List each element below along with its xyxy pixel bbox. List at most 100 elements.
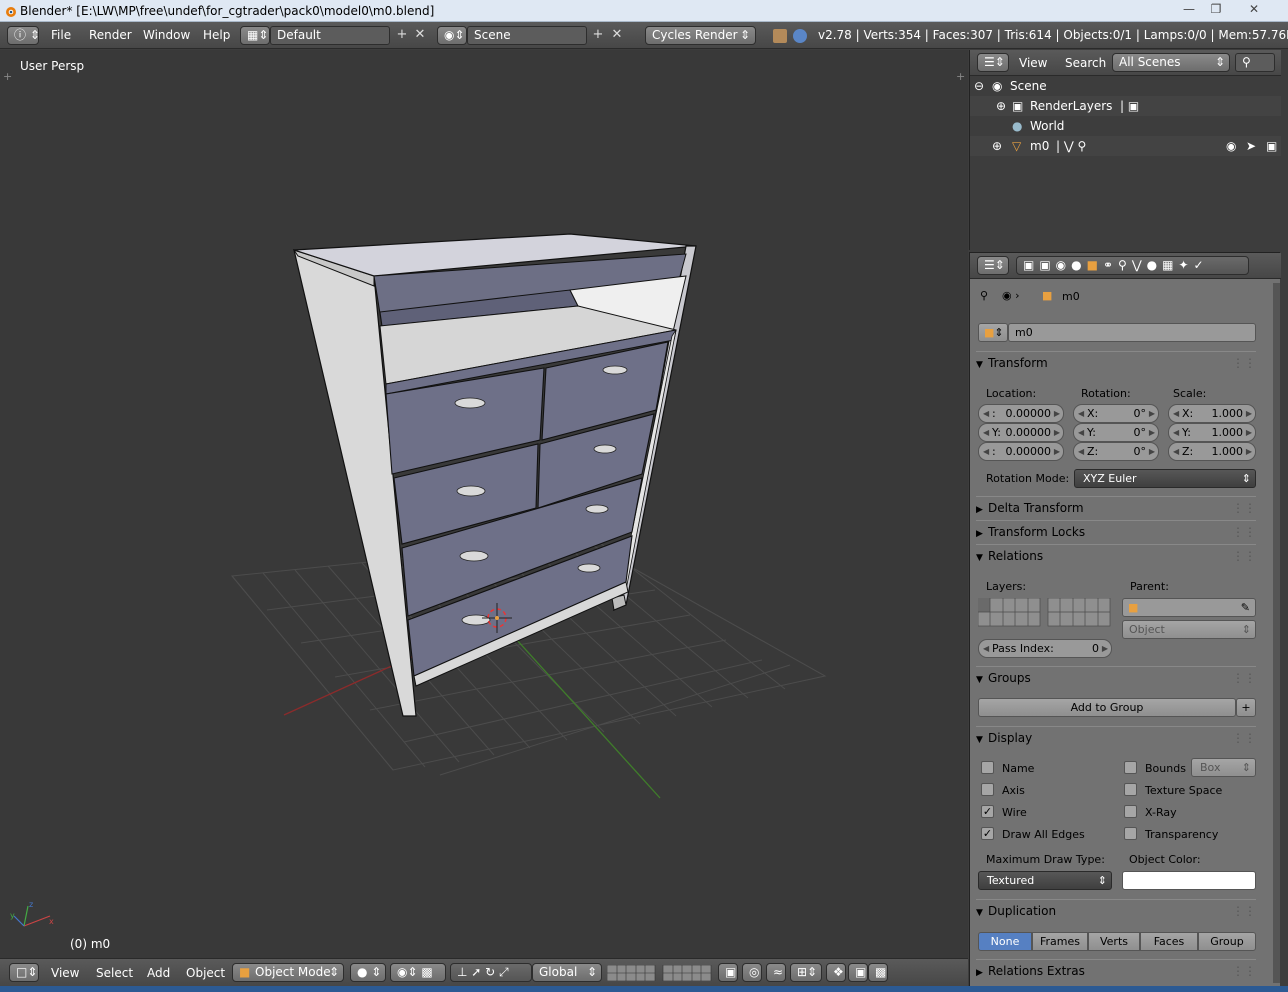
expand-icon[interactable]: ⊕ bbox=[992, 136, 1002, 156]
object-layers-grid[interactable] bbox=[978, 598, 1113, 628]
drag-handle-icon[interactable]: ⋮⋮ bbox=[1232, 960, 1256, 982]
outliner-menu-view[interactable]: View bbox=[1019, 50, 1047, 77]
render-camera-icon[interactable]: ▣ bbox=[848, 963, 868, 982]
location-x-field[interactable]: ◀:0.00000 ▶ bbox=[978, 404, 1064, 423]
outliner-menu-search[interactable]: Search bbox=[1065, 50, 1106, 77]
render-camera-icon[interactable]: ▣ bbox=[1266, 136, 1277, 156]
object-datablock-button[interactable]: ■⇕ bbox=[978, 323, 1008, 342]
outliner-row-world[interactable]: ● World bbox=[970, 116, 1281, 136]
parent-field[interactable]: ■ ✎ bbox=[1122, 598, 1256, 617]
drag-handle-icon[interactable]: ⋮⋮ bbox=[1232, 545, 1256, 567]
close-button[interactable]: ✕ bbox=[1241, 0, 1267, 18]
mode-dropdown[interactable]: ■ Object Mode ⇕ bbox=[232, 963, 344, 982]
expand-icon[interactable]: ⊕ bbox=[996, 96, 1006, 116]
panel-relations-extras-header[interactable]: ▶ Relations Extras ⋮⋮ bbox=[976, 959, 1256, 981]
panel-relations-header[interactable]: ▼ Relations ⋮⋮ bbox=[976, 544, 1256, 566]
add-to-group-button[interactable]: Add to Group bbox=[978, 698, 1236, 717]
scale-z-field[interactable]: ◀ Z: 1.000 ▶ bbox=[1168, 442, 1256, 461]
remove-layout-icon[interactable]: ✕ bbox=[412, 27, 428, 43]
remove-scene-icon[interactable]: ✕ bbox=[609, 27, 625, 43]
selectable-cursor-icon[interactable]: ➤ bbox=[1246, 136, 1256, 156]
add-scene-icon[interactable]: + bbox=[590, 27, 606, 43]
layer-buttons[interactable] bbox=[607, 965, 717, 981]
outliner-search-field[interactable]: ⚲ bbox=[1235, 53, 1275, 72]
wire-checkbox[interactable]: ✓ bbox=[981, 805, 994, 818]
menu-render[interactable]: Render bbox=[89, 22, 132, 49]
drag-handle-icon[interactable]: ⋮⋮ bbox=[1232, 667, 1256, 689]
drag-handle-icon[interactable]: ⋮⋮ bbox=[1232, 497, 1256, 519]
panel-display-header[interactable]: ▼ Display ⋮⋮ bbox=[976, 726, 1256, 748]
properties-scrollbar[interactable] bbox=[1273, 283, 1280, 983]
menu-add[interactable]: Add bbox=[147, 959, 170, 987]
menu-file[interactable]: File bbox=[51, 22, 71, 49]
dupli-frames-button[interactable]: Frames bbox=[1032, 932, 1088, 951]
axis-checkbox[interactable] bbox=[981, 783, 994, 796]
panel-duplication-header[interactable]: ▼ Duplication ⋮⋮ bbox=[976, 899, 1256, 921]
parent-type-dropdown[interactable]: Object ⇕ bbox=[1122, 620, 1256, 639]
scene-selector-button[interactable]: ◉⇕ bbox=[437, 26, 467, 45]
pivot-point-dropdown[interactable]: ◉⇕ ▩ bbox=[390, 963, 446, 982]
visibility-eye-icon[interactable]: ◉ bbox=[1226, 136, 1236, 156]
dupli-verts-button[interactable]: Verts bbox=[1088, 932, 1140, 951]
maximize-button[interactable]: ❐ bbox=[1203, 0, 1229, 18]
snap-toggle-icon[interactable]: ❖ bbox=[826, 963, 846, 982]
rotation-x-field[interactable]: ◀ X: 0° ▶ bbox=[1073, 404, 1159, 423]
name-checkbox[interactable] bbox=[981, 761, 994, 774]
outliner-display-mode-dropdown[interactable]: All Scenes ⇕ bbox=[1112, 53, 1230, 72]
bounds-checkbox[interactable] bbox=[1124, 761, 1137, 774]
rotation-z-field[interactable]: ◀ Z: 0° ▶ bbox=[1073, 442, 1159, 461]
drag-handle-icon[interactable]: ⋮⋮ bbox=[1232, 900, 1256, 922]
transparency-checkbox[interactable] bbox=[1124, 827, 1137, 840]
falloff-icon[interactable]: ≈ bbox=[766, 963, 786, 982]
bounds-type-dropdown[interactable]: Box ⇕ bbox=[1191, 758, 1256, 777]
properties-context-tabs[interactable]: ▣▣◉●■⚭⚲⋁●▦✦✓ bbox=[1016, 256, 1249, 275]
object-color-swatch[interactable] bbox=[1122, 871, 1256, 890]
outliner-row-scene[interactable]: ⊖ ◉ Scene bbox=[970, 76, 1281, 96]
drag-handle-icon[interactable]: ⋮⋮ bbox=[1232, 521, 1256, 543]
pass-index-field[interactable]: ◀ Pass Index: 0 ▶ bbox=[978, 639, 1112, 658]
menu-view[interactable]: View bbox=[51, 959, 79, 987]
scale-x-field[interactable]: ◀ X: 1.000 ▶ bbox=[1168, 404, 1256, 423]
panel-groups-header[interactable]: ▼ Groups ⋮⋮ bbox=[976, 666, 1256, 688]
outliner-row-renderlayers[interactable]: ⊕ ▣ RenderLayers | ▣ bbox=[970, 96, 1281, 116]
scene-field[interactable]: Scene bbox=[467, 26, 587, 45]
viewport-shading-dropdown[interactable]: ● ⇕ bbox=[350, 963, 386, 982]
editor-type-info-button[interactable]: ⓘ ⇕ bbox=[7, 26, 40, 45]
rotation-mode-dropdown[interactable]: XYZ Euler ⇕ bbox=[1074, 469, 1256, 488]
collapse-icon[interactable]: ⊖ bbox=[974, 76, 984, 96]
menu-object[interactable]: Object bbox=[186, 959, 225, 987]
add-layout-icon[interactable]: + bbox=[394, 27, 410, 43]
region-plus-right[interactable]: + bbox=[956, 70, 965, 83]
xray-checkbox[interactable] bbox=[1124, 805, 1137, 818]
eyedropper-icon[interactable]: ✎ bbox=[1241, 599, 1250, 616]
location-z-field[interactable]: ◀:0.00000 ▶ bbox=[978, 442, 1064, 461]
transform-orientation-dropdown[interactable]: Global ⇕ bbox=[532, 963, 602, 982]
rotation-y-field[interactable]: ◀ Y: 0° ▶ bbox=[1073, 423, 1159, 442]
menu-help[interactable]: Help bbox=[203, 22, 230, 49]
manipulator-toggles[interactable]: ⊥ ➚ ↻ ⤢ bbox=[450, 963, 532, 982]
lock-layers-icon[interactable]: ▣ bbox=[718, 963, 738, 982]
dupli-group-button[interactable]: Group bbox=[1198, 932, 1256, 951]
editor-type-3dview-button[interactable]: □⇕ bbox=[9, 963, 39, 982]
dupli-none-button[interactable]: None bbox=[978, 932, 1032, 951]
texture-space-checkbox[interactable] bbox=[1124, 783, 1137, 796]
drag-handle-icon[interactable]: ⋮⋮ bbox=[1232, 727, 1256, 749]
editor-type-outliner-button[interactable]: ☰⇕ bbox=[977, 53, 1009, 72]
panel-transform-locks-header[interactable]: ▶ Transform Locks ⋮⋮ bbox=[976, 520, 1256, 542]
panel-transform-header[interactable]: ▼ Transform ⋮⋮ bbox=[976, 351, 1256, 373]
panel-delta-transform-header[interactable]: ▶ Delta Transform ⋮⋮ bbox=[976, 496, 1256, 518]
snap-element-dropdown[interactable]: ⊞⇕ bbox=[790, 963, 822, 982]
menu-select[interactable]: Select bbox=[96, 959, 133, 987]
scale-y-field[interactable]: ◀ Y: 1.000 ▶ bbox=[1168, 423, 1256, 442]
object-name-field[interactable]: m0 bbox=[1008, 323, 1256, 342]
screen-layout-button[interactable]: ▦⇕ bbox=[240, 26, 270, 45]
drag-handle-icon[interactable]: ⋮⋮ bbox=[1232, 352, 1256, 374]
max-draw-type-dropdown[interactable]: Textured ⇕ bbox=[978, 871, 1112, 890]
location-y-field[interactable]: ◀ Y: 0.00000 ▶ bbox=[978, 423, 1064, 442]
minimize-button[interactable]: — bbox=[1176, 0, 1202, 18]
draw-all-edges-checkbox[interactable]: ✓ bbox=[981, 827, 994, 840]
region-plus-left[interactable]: + bbox=[3, 70, 12, 83]
dupli-faces-button[interactable]: Faces bbox=[1140, 932, 1198, 951]
pin-icon[interactable]: ⚲ bbox=[980, 289, 988, 302]
render-anim-icon[interactable]: ▩ bbox=[868, 963, 888, 982]
